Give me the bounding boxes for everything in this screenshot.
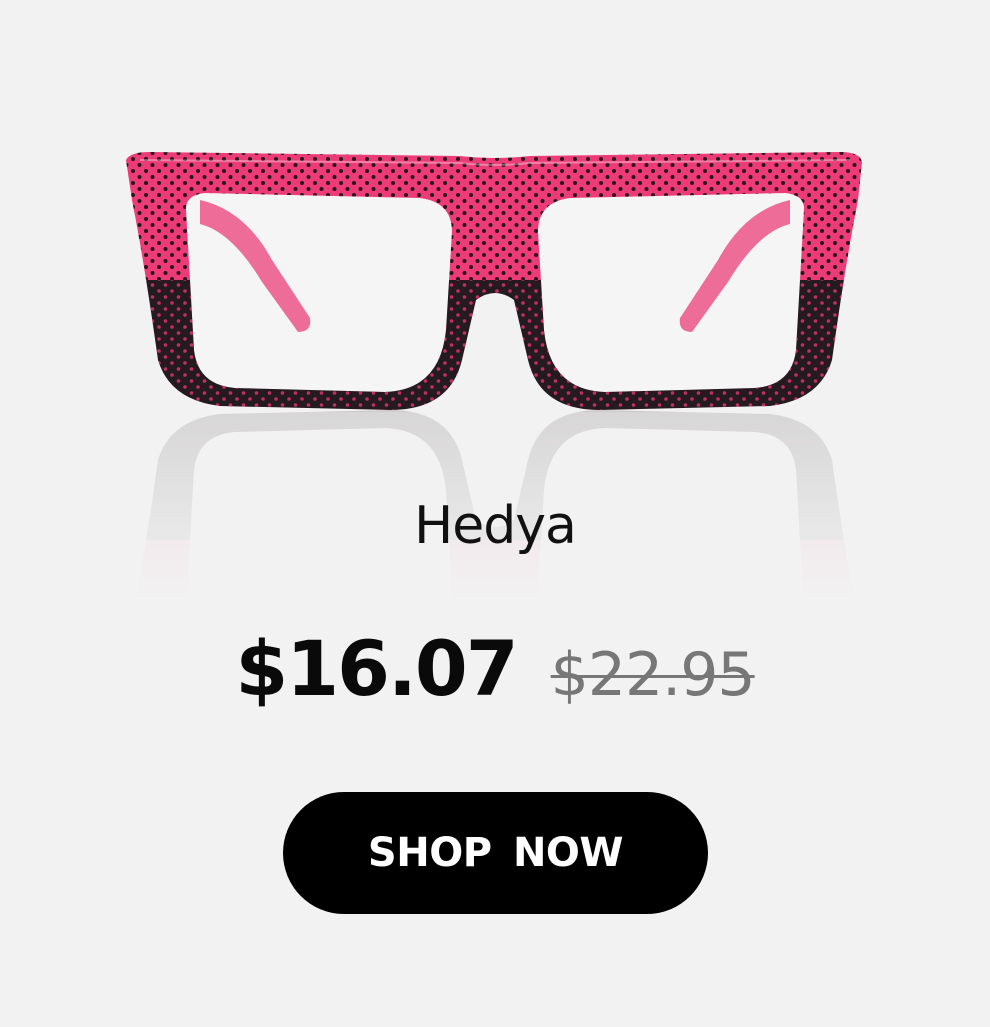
- product-name[interactable]: Hedya: [0, 496, 990, 556]
- shop-now-button[interactable]: SHOP NOW: [283, 792, 708, 914]
- price-row: $16.07 $22.95: [0, 624, 990, 714]
- original-price: $22.95: [550, 640, 756, 710]
- shop-now-label: SHOP NOW: [367, 830, 624, 876]
- sale-price: $16.07: [235, 624, 518, 713]
- product-card: Hedya $16.07 $22.95 SHOP NOW: [0, 0, 990, 1027]
